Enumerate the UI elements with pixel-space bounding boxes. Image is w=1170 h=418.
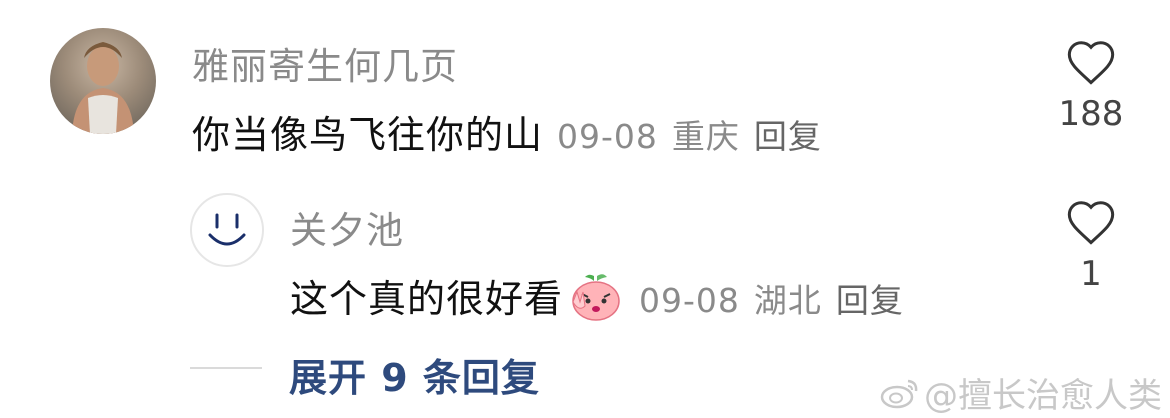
reply-like-button[interactable]: 1 xyxy=(1051,198,1131,294)
comment-reply-button[interactable]: 回复 xyxy=(754,117,822,156)
reply-text-line: 这个真的很好看 09-08 湖北 回复 xyxy=(290,268,918,331)
commenter-avatar[interactable] xyxy=(50,28,156,134)
comment-like-button[interactable]: 188 xyxy=(1051,38,1131,134)
portrait-photo-icon xyxy=(72,42,134,134)
reply-like-count: 1 xyxy=(1080,254,1102,294)
heart-icon xyxy=(1067,201,1115,245)
comment-like-count: 188 xyxy=(1058,94,1124,134)
reply-location: 湖北 xyxy=(753,281,822,320)
smiley-face-icon xyxy=(208,213,246,246)
watermark-text: @擅长治愈人类 xyxy=(924,376,1162,416)
comment-location: 重庆 xyxy=(671,117,740,156)
comment-date: 09-08 xyxy=(557,117,658,156)
comment-text-line: 你当像鸟飞往你的山 09-08 重庆 回复 xyxy=(192,104,836,159)
comment-text: 你当像鸟飞往你的山 xyxy=(192,113,544,157)
weibo-watermark: @擅长治愈人类 xyxy=(880,368,1162,418)
weibo-logo-icon xyxy=(880,377,920,418)
reply-date: 09-08 xyxy=(639,281,740,320)
reply-reply-button[interactable]: 回复 xyxy=(836,281,904,320)
heart-icon xyxy=(1067,41,1115,85)
peach-victory-emoji-icon xyxy=(567,272,625,331)
expand-replies-button[interactable]: 展开 9 条回复 xyxy=(289,347,540,402)
commenter-username[interactable]: 雅丽寄生何几页 xyxy=(192,36,458,90)
reply-username[interactable]: 关夕池 xyxy=(290,200,404,254)
reply-avatar[interactable] xyxy=(190,193,264,267)
expand-divider xyxy=(190,367,262,369)
reply-text: 这个真的很好看 xyxy=(290,277,564,321)
